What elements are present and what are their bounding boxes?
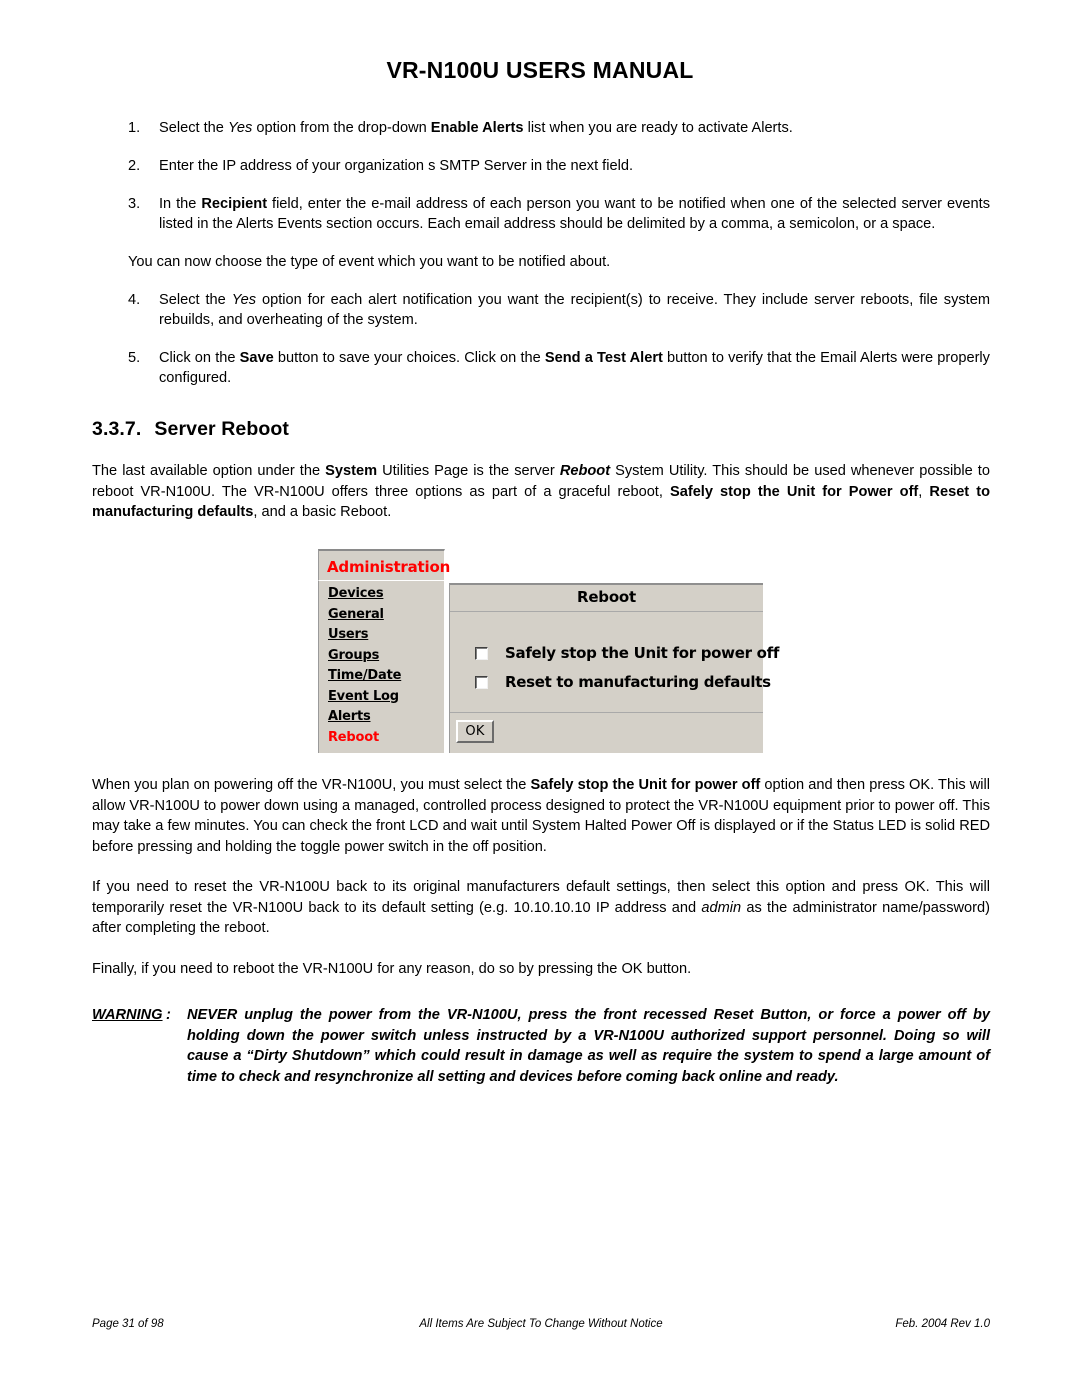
text-run-2: option for each alert notification you w… <box>159 292 990 328</box>
warning-colon: : <box>166 1007 171 1023</box>
list-item: 5. Click on the Save button to save your … <box>92 348 990 388</box>
text-run-0: Click on the <box>159 350 240 366</box>
document-content: 1. Select the Yes option from the drop-do… <box>92 118 990 543</box>
sidebar-item-devices[interactable]: Devices <box>328 585 444 603</box>
footer-notice: All Items Are Subject To Change Without … <box>419 1318 663 1330</box>
footer-page-number: Page 31 of 98 <box>92 1318 164 1330</box>
list-item-text: Click on the Save button to save your ch… <box>159 348 990 388</box>
footer-revision: Feb. 2004 Rev 1.0 <box>895 1318 990 1330</box>
text-run-1: System <box>325 463 378 479</box>
body-paragraph-2: If you need to reset the VR-N100U back t… <box>92 877 990 939</box>
list-item-number: 1. <box>128 120 141 136</box>
sidebar-item-event-log[interactable]: Event Log <box>328 688 444 706</box>
reboot-option-label: Reset to manufacturing defaults <box>505 673 771 691</box>
section-title: Server Reboot <box>154 418 289 440</box>
ok-button[interactable]: OK <box>456 720 494 743</box>
document-content-lower: When you plan on powering off the VR-N10… <box>92 775 990 1087</box>
reboot-panel-title: Reboot <box>450 585 763 612</box>
section-number: 3.3.7. <box>92 418 142 440</box>
sidebar-item-alerts[interactable]: Alerts <box>328 708 444 726</box>
text-run-4: list when you are ready to activate Aler… <box>523 120 793 136</box>
text-run-2: button to save your choices. Click on th… <box>273 350 545 366</box>
text-run-1: Safely stop the Unit for power off <box>530 777 761 793</box>
list-item-number: 2. <box>128 158 141 174</box>
text-run-1: Save <box>239 350 274 366</box>
text-run-0: The last available option under the <box>92 463 326 479</box>
reboot-options-group: Safely stop the Unit for power off Reset … <box>450 612 779 713</box>
text-run-6: , <box>918 483 930 500</box>
list-item-number: 5. <box>128 350 141 366</box>
reboot-option-row[interactable]: Reset to manufacturing defaults <box>475 672 771 692</box>
interlude-paragraph: You can now choose the type of event whi… <box>128 254 611 270</box>
reboot-panel: Reboot Safely stop the Unit for power of… <box>449 583 779 755</box>
text-run-5: Safely stop the Unit for Power off <box>669 483 919 500</box>
list-item-text: Select the Yes option from the drop-down… <box>159 118 990 138</box>
warning-text: NEVER unplug the power from the VR-N100U… <box>187 1007 990 1085</box>
text-run-3: Enable Alerts <box>430 120 524 136</box>
text-run-2: option from the drop-down <box>252 120 431 136</box>
list-item-text: In the Recipient field, enter the e-mail… <box>159 194 990 234</box>
page-footer: Page 31 of 98 All Items Are Subject To C… <box>92 1318 990 1330</box>
list-item-text: Select the Yes option for each alert not… <box>159 290 990 330</box>
text-run-1: Yes <box>227 120 253 136</box>
embedded-screenshot: Administration Devices General Users Groups… <box>318 549 779 755</box>
text-run-1: Yes <box>231 292 257 308</box>
text-run-1: Recipient <box>201 196 268 212</box>
document-page: VR-N100U USERS MANUAL 1. Select the Yes o… <box>0 0 1080 1397</box>
text-run-0: Select the <box>159 292 232 308</box>
sidebar-item-time-date[interactable]: Time/Date <box>328 667 444 685</box>
numbered-list-part-2: 4. Select the Yes option for each alert n… <box>92 290 990 388</box>
text-run-3: Send a Test Alert <box>544 350 663 366</box>
list-item: 1. Select the Yes option from the drop-do… <box>92 118 990 138</box>
list-item: 2. Enter the IP address of your organizat… <box>92 156 990 176</box>
sidebar-header-cell: Administration <box>318 549 450 580</box>
sidebar-item-general[interactable]: General <box>328 606 444 624</box>
reboot-option-label: Safely stop the Unit for power off <box>505 644 780 662</box>
numbered-list-part-1: 1. Select the Yes option from the drop-do… <box>92 118 990 234</box>
text-run-0: Enter the IP address of your organizatio… <box>159 158 634 174</box>
reboot-panel-footer: OK <box>450 713 763 755</box>
text-run-0: Select the <box>159 120 228 136</box>
sidebar-item-groups[interactable]: Groups <box>328 647 444 665</box>
text-run-3: Reboot <box>559 463 611 479</box>
sidebar-item-reboot[interactable]: Reboot <box>328 729 444 747</box>
text-run-8: , and a basic Reboot. <box>253 504 392 520</box>
text-run-0: In the <box>159 196 202 212</box>
screenshot-sidebar: Administration Devices General Users Groups… <box>318 549 450 753</box>
list-item-number: 4. <box>128 292 141 308</box>
checkbox-safely-stop[interactable] <box>475 646 488 660</box>
body-paragraph-3: Finally, if you need to reboot the VR-N1… <box>92 960 692 977</box>
page-title: VR-N100U USERS MANUAL <box>386 57 694 83</box>
sidebar-item-users[interactable]: Users <box>328 626 444 644</box>
text-run-2: Utilities Page is the server <box>377 463 560 479</box>
text-run-0: When you plan on powering off the VR-N10… <box>92 777 531 793</box>
sidebar-nav-list: Devices General Users Groups Time/Date Event … <box>318 580 445 753</box>
warning-label: WARNING <box>92 1007 163 1023</box>
text-run-2: field, enter the e-mail address of each … <box>159 196 990 232</box>
list-item: 3. In the Recipient field, enter the e-ma… <box>92 194 990 234</box>
text-run-1: admin <box>701 899 742 916</box>
list-item-number: 3. <box>128 196 141 212</box>
list-item-text: Enter the IP address of your organizatio… <box>159 156 990 176</box>
section-heading: 3.3.7. Server Reboot <box>92 418 990 441</box>
sidebar-header-label: Administration <box>327 558 451 576</box>
checkbox-reset-defaults[interactable] <box>475 675 488 689</box>
body-paragraph-1: When you plan on powering off the VR-N10… <box>92 775 990 857</box>
list-item: 4. Select the Yes option for each alert n… <box>92 290 990 330</box>
section-intro-paragraph: The last available option under the Syst… <box>92 461 990 523</box>
reboot-option-row[interactable]: Safely stop the Unit for power off <box>475 643 779 663</box>
warning-block: WARNING: NEVER unplug the power from the … <box>92 1005 990 1087</box>
